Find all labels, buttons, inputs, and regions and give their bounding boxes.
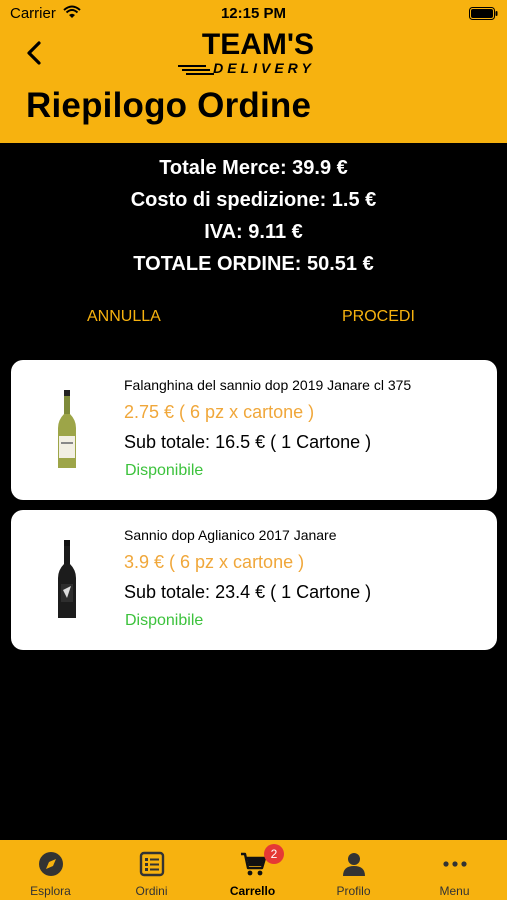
- total-goods: Totale Merce: 39.9 €: [159, 157, 348, 179]
- cart-count-badge: 2: [264, 844, 284, 864]
- vat-amount: IVA: 9.11 €: [204, 221, 303, 243]
- cancel-button[interactable]: ANNULLA: [87, 308, 161, 326]
- order-total: TOTALE ORDINE: 50.51 €: [133, 253, 374, 275]
- back-chevron-icon[interactable]: [22, 38, 48, 68]
- teams-delivery-logo: TEAM'S DELIVERY: [178, 28, 315, 76]
- tab-ordini[interactable]: Ordini: [101, 840, 202, 900]
- tab-label: Profilo: [336, 884, 371, 898]
- tab-label: Ordini: [135, 884, 168, 898]
- tab-label: Menu: [439, 884, 470, 898]
- cart-item-card[interactable]: Falanghina del sannio dop 2019 Janare cl…: [11, 360, 497, 500]
- tab-esplora[interactable]: Esplora: [0, 840, 101, 900]
- page-title: Riepilogo Ordine: [26, 86, 312, 125]
- tab-carrello[interactable]: Carrello: [202, 840, 303, 900]
- cart-item-card[interactable]: Sannio dop Aglianico 2017 Janare 3.9 € (…: [11, 510, 497, 650]
- availability-status: Disponibile: [125, 612, 204, 629]
- availability-status: Disponibile: [125, 462, 204, 479]
- cart-icon: [241, 852, 266, 876]
- battery-icon: [469, 7, 498, 20]
- white-wine-bottle-image: [58, 390, 76, 468]
- tab-bar: Esplora Ordini Carrello Profilo Menu: [0, 840, 507, 900]
- tab-profilo[interactable]: Profilo: [303, 840, 404, 900]
- compass-icon: [39, 852, 63, 876]
- logo-line2: DELIVERY: [213, 60, 315, 76]
- red-wine-bottle-image: [58, 540, 76, 618]
- logo-line1: TEAM'S: [202, 28, 314, 61]
- product-name: Sannio dop Aglianico 2017 Janare: [124, 527, 337, 543]
- tab-label: Esplora: [30, 884, 71, 898]
- tab-menu[interactable]: Menu: [404, 840, 507, 900]
- more-icon: [443, 861, 467, 867]
- status-bar: Carrier 12:15 PM: [0, 0, 507, 28]
- order-summary: Totale Merce: 39.9 € Costo di spedizione…: [0, 152, 507, 280]
- tab-label: Carrello: [229, 884, 276, 898]
- header-bar: Carrier 12:15 PM TEAM'S DELIVERY Riepilo…: [0, 0, 507, 143]
- product-name: Falanghina del sannio dop 2019 Janare cl…: [124, 377, 412, 393]
- person-icon: [343, 853, 365, 876]
- proceed-button[interactable]: PROCEDI: [342, 308, 415, 326]
- list-icon: [139, 851, 165, 877]
- shipping-cost: Costo di spedizione: 1.5 €: [130, 189, 377, 211]
- status-time: 12:15 PM: [220, 5, 287, 22]
- product-price: 3.9 € ( 6 pz x cartone ): [124, 552, 305, 572]
- product-subtotal: Sub totale: 16.5 € ( 1 Cartone ): [124, 432, 372, 452]
- product-price: 2.75 € ( 6 pz x cartone ): [124, 402, 315, 422]
- product-subtotal: Sub totale: 23.4 € ( 1 Cartone ): [124, 582, 372, 602]
